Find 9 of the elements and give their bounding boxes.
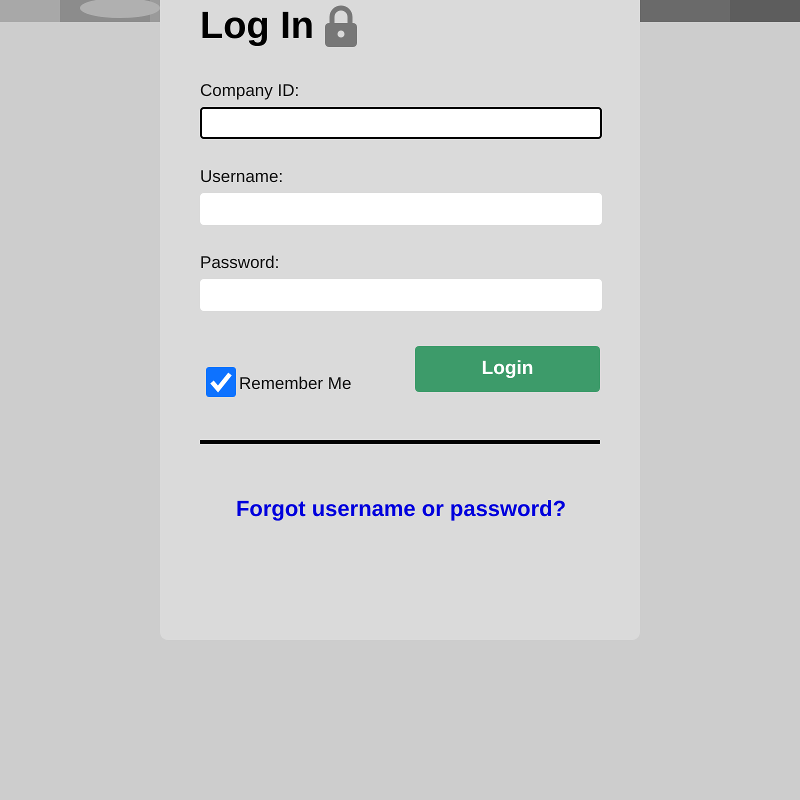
field-label: Password:	[200, 253, 280, 273]
page-title: Log In	[200, 7, 314, 45]
checkbox-label: Remember Me	[239, 374, 352, 394]
checkbox[interactable]	[206, 367, 236, 397]
input-field[interactable]	[200, 107, 602, 139]
field-label: Username:	[200, 167, 284, 187]
lock-icon	[324, 4, 358, 48]
forgot-link[interactable]: Forgot username or password?	[200, 496, 602, 522]
field-label: Company ID:	[200, 81, 300, 101]
